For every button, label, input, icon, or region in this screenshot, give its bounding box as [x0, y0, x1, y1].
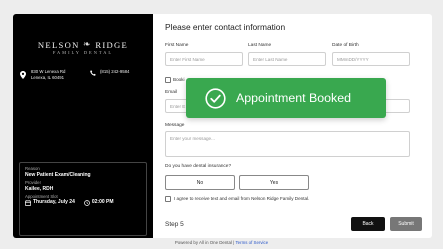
map-pin-icon: [20, 71, 26, 79]
provider-value: Kailee, RDH: [25, 185, 54, 192]
check-circle-icon: [205, 87, 226, 109]
success-toast: Appointment Booked: [186, 78, 386, 118]
footer-powered-by: Powered by All in One Dental: [174, 240, 232, 245]
email-label: Email: [165, 90, 177, 95]
booking-card: NELSON ❧ RIDGE FAMILY DENTAL 830 W Lenex…: [13, 14, 432, 238]
insurance-no-button[interactable]: No: [165, 175, 235, 190]
dob-label: Date of Birth: [332, 43, 359, 48]
consent-label: I agree to receive text and email from N…: [174, 196, 310, 201]
logo-wordmark: NELSON ❧ RIDGE: [13, 39, 153, 50]
last-name-label: Last Name: [248, 43, 272, 48]
booking-for-label: Booki: [173, 77, 185, 82]
phone-icon: [90, 70, 96, 76]
logo-subtitle: FAMILY DENTAL: [52, 50, 114, 55]
step-indicator: Step 5: [165, 221, 184, 228]
insurance-question: Do you have dental insurance?: [165, 164, 232, 169]
logo-branch-icon: ❧: [83, 39, 92, 49]
toast-message: Appointment Booked: [236, 91, 352, 105]
booking-for-checkbox[interactable]: [165, 77, 171, 83]
insurance-yes-button[interactable]: Yes: [239, 175, 309, 190]
slot-time: 02:00 PM: [91, 199, 114, 206]
practice-sidebar: NELSON ❧ RIDGE FAMILY DENTAL 830 W Lenex…: [13, 14, 153, 238]
contact-row: 830 W Lenexa Rd Lenexa, IL 60491 (815) 2…: [19, 69, 147, 91]
appointment-summary: Reason New Patient Exam/Cleaning Provide…: [19, 162, 147, 236]
submit-button[interactable]: Submit: [390, 217, 422, 231]
address-line-2: Lenexa, IL 60491: [31, 74, 65, 80]
first-name-label: First Name: [165, 43, 189, 48]
calendar-icon: [25, 199, 31, 206]
dob-input[interactable]: MMmDD/YYYY: [332, 52, 410, 66]
reason-value: New Patient Exam/Cleaning: [25, 171, 91, 178]
practice-logo: NELSON ❧ RIDGE FAMILY DENTAL: [13, 39, 153, 56]
form-title: Please enter contact information: [165, 22, 286, 32]
page-footer: Powered by All in One Dental | Terms of …: [0, 240, 443, 245]
logo-name-left: NELSON: [37, 40, 80, 50]
last-name-input[interactable]: Enter Last Name: [248, 52, 326, 66]
address-line-1: 830 W Lenexa Rd: [31, 69, 66, 74]
slot-datetime: Thursday, July 24 02:00 PM: [25, 199, 141, 206]
back-button[interactable]: Back: [351, 217, 385, 231]
practice-phone[interactable]: (815) 242-9584: [100, 69, 129, 75]
practice-address: 830 W Lenexa Rd Lenexa, IL 60491: [31, 69, 65, 81]
slot-date: Thursday, July 24: [33, 199, 75, 206]
logo-name-right: RIDGE: [95, 40, 129, 50]
clock-icon: [84, 199, 90, 206]
message-label: Message: [165, 123, 185, 128]
message-textarea[interactable]: Enter your message...: [165, 131, 410, 157]
first-name-input[interactable]: Enter First Name: [165, 52, 243, 66]
terms-of-service-link[interactable]: Terms of Service: [235, 240, 268, 245]
contact-form: Please enter contact information First N…: [165, 14, 425, 238]
consent-checkbox[interactable]: [165, 196, 171, 202]
